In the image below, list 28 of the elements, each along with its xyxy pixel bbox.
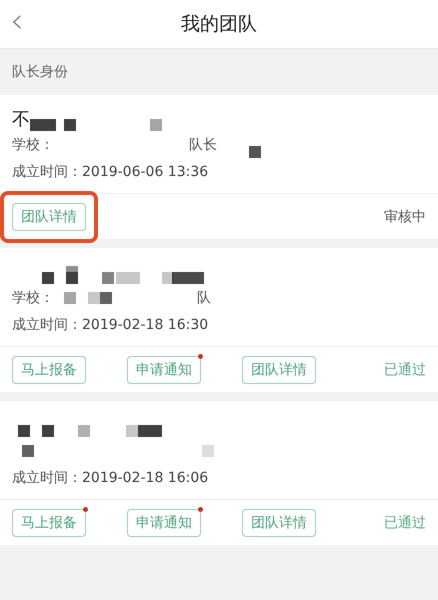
action-button[interactable]: 申请通知 <box>127 356 201 384</box>
founded-date: 2019-06-06 13:36 <box>82 164 208 180</box>
notification-dot <box>83 506 88 512</box>
notification-dot <box>198 506 203 512</box>
school-label: 学校： <box>12 288 54 306</box>
redaction-drawing <box>249 146 261 158</box>
page-title: 我的团队 <box>181 12 257 37</box>
founded-date: 2019-02-18 16:30 <box>82 316 208 332</box>
founded-label: 成立时间： <box>12 468 82 486</box>
action-button[interactable]: 团队详情 <box>12 202 86 230</box>
founded-label: 成立时间： <box>12 316 82 334</box>
redaction-drawing <box>64 290 112 304</box>
status-text: 已通过 <box>384 514 426 532</box>
status-text: 已通过 <box>384 360 426 378</box>
role-text: 队 <box>197 288 211 306</box>
back-icon[interactable]: ‹ <box>10 4 24 38</box>
role-text: 队长 <box>189 136 217 154</box>
school-label: 学校： <box>12 136 54 154</box>
founded-label: 成立时间： <box>12 162 82 180</box>
notification-dot <box>198 354 203 358</box>
status-text: 审核中 <box>384 208 426 226</box>
action-button[interactable]: 申请通知 <box>127 508 201 536</box>
team-name: 不 <box>12 109 30 131</box>
action-button[interactable]: 马上报备 <box>12 508 86 536</box>
action-button[interactable]: 团队详情 <box>242 356 316 384</box>
action-button[interactable]: 马上报备 <box>12 356 86 384</box>
founded-date: 2019-02-18 16:06 <box>82 470 208 486</box>
action-button[interactable]: 团队详情 <box>242 508 316 536</box>
